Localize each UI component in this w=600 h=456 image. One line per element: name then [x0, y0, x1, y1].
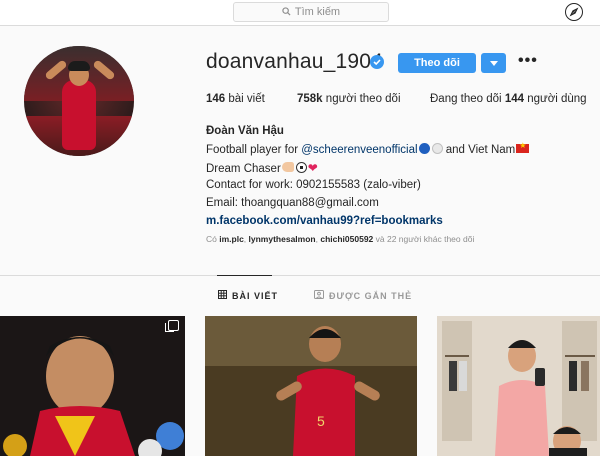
search-icon — [282, 6, 291, 18]
tab-posts-label: BÀI VIẾT — [232, 290, 279, 301]
following-count: 144 — [504, 93, 525, 105]
followers-count: 758k — [297, 93, 323, 105]
tab-tagged[interactable]: ĐƯỢC GẮN THẺ — [314, 290, 412, 301]
posts-stat: 146 bài viết — [206, 93, 265, 105]
following-label: người dùng — [527, 93, 587, 105]
bio-line-2-text: Dream Chaser — [206, 163, 281, 175]
soccer-ball-icon — [295, 162, 307, 173]
posts-count: 146 — [206, 93, 226, 105]
more-options-icon[interactable]: ••• — [518, 52, 538, 70]
bio-line-1-prefix: Football player for — [206, 144, 302, 156]
follower-user-3[interactable]: chichi050592 — [320, 234, 373, 244]
post-thumbnail-1[interactable] — [0, 316, 185, 456]
bio-contact: Contact for work: 0902155583 (zalo-viber… — [206, 179, 421, 191]
follower-user-2[interactable]: lynmythesalmon — [249, 234, 316, 244]
profile-full-name: Đoàn Văn Hậu — [206, 125, 284, 137]
avatar-player-hair — [68, 61, 90, 71]
post-thumbnail-3[interactable] — [437, 316, 600, 456]
suggested-dropdown-button[interactable] — [481, 53, 506, 73]
followed-by-suffix: và 22 người khác theo dõi — [373, 234, 475, 244]
bio-line-1: Football player for @scheerenveenofficia… — [206, 141, 530, 156]
bio-email: Email: thoangquan88@gmail.com — [206, 197, 379, 209]
bio-external-link[interactable]: m.facebook.com/vanhau99?ref=bookmarks — [206, 215, 443, 227]
white-circle-icon — [431, 143, 443, 154]
bio-line-2: Dream Chaser ❤ — [206, 161, 318, 175]
followers-label: người theo dõi — [325, 93, 401, 105]
blue-circle-icon — [418, 143, 430, 154]
top-navigation-bar: Tìm kiếm — [0, 0, 600, 26]
profile-username: doanvanhau_1904 — [206, 50, 384, 73]
post-1-image — [0, 316, 185, 456]
svg-text:5: 5 — [317, 413, 325, 429]
tabs-divider — [0, 275, 600, 276]
followed-by-summary[interactable]: Có im.plc, lynmythesalmon, chichi050592 … — [206, 234, 474, 244]
avatar-player-shirt — [62, 80, 96, 150]
following-stat[interactable]: Đang theo dõi 144 người dùng — [430, 93, 587, 105]
profile-avatar[interactable] — [24, 46, 134, 156]
post-thumbnail-2[interactable]: 5 — [205, 316, 417, 456]
following-prefix: Đang theo dõi — [430, 93, 502, 105]
post-2-image: 5 — [205, 316, 417, 456]
mention-link[interactable]: @scheerenveenofficial — [301, 144, 417, 156]
flexed-biceps-icon — [281, 162, 294, 172]
compass-icon[interactable] — [565, 3, 583, 21]
bio-line-1-suffix: and Viet Nam — [442, 144, 516, 156]
carousel-icon — [165, 320, 179, 332]
followers-stat[interactable]: 758k người theo dõi — [297, 93, 401, 105]
grid-icon — [218, 290, 227, 301]
followed-by-prefix: Có — [206, 234, 220, 244]
search-placeholder: Tìm kiếm — [294, 6, 341, 18]
verified-badge-icon — [370, 55, 384, 69]
search-input[interactable]: Tìm kiếm — [233, 2, 389, 22]
tab-posts[interactable]: BÀI VIẾT — [218, 290, 278, 301]
red-heart-icon: ❤ — [307, 161, 318, 175]
tag-icon — [314, 290, 324, 301]
tab-tagged-label: ĐƯỢC GẮN THẺ — [329, 290, 413, 301]
vietnam-flag-icon — [516, 141, 530, 153]
active-tab-indicator — [217, 275, 272, 276]
follow-button[interactable]: Theo dõi — [398, 53, 476, 73]
follower-user-1[interactable]: im.plc — [219, 234, 244, 244]
posts-label: bài viết — [228, 93, 265, 105]
post-3-image — [437, 316, 600, 456]
chevron-down-icon — [489, 60, 498, 66]
